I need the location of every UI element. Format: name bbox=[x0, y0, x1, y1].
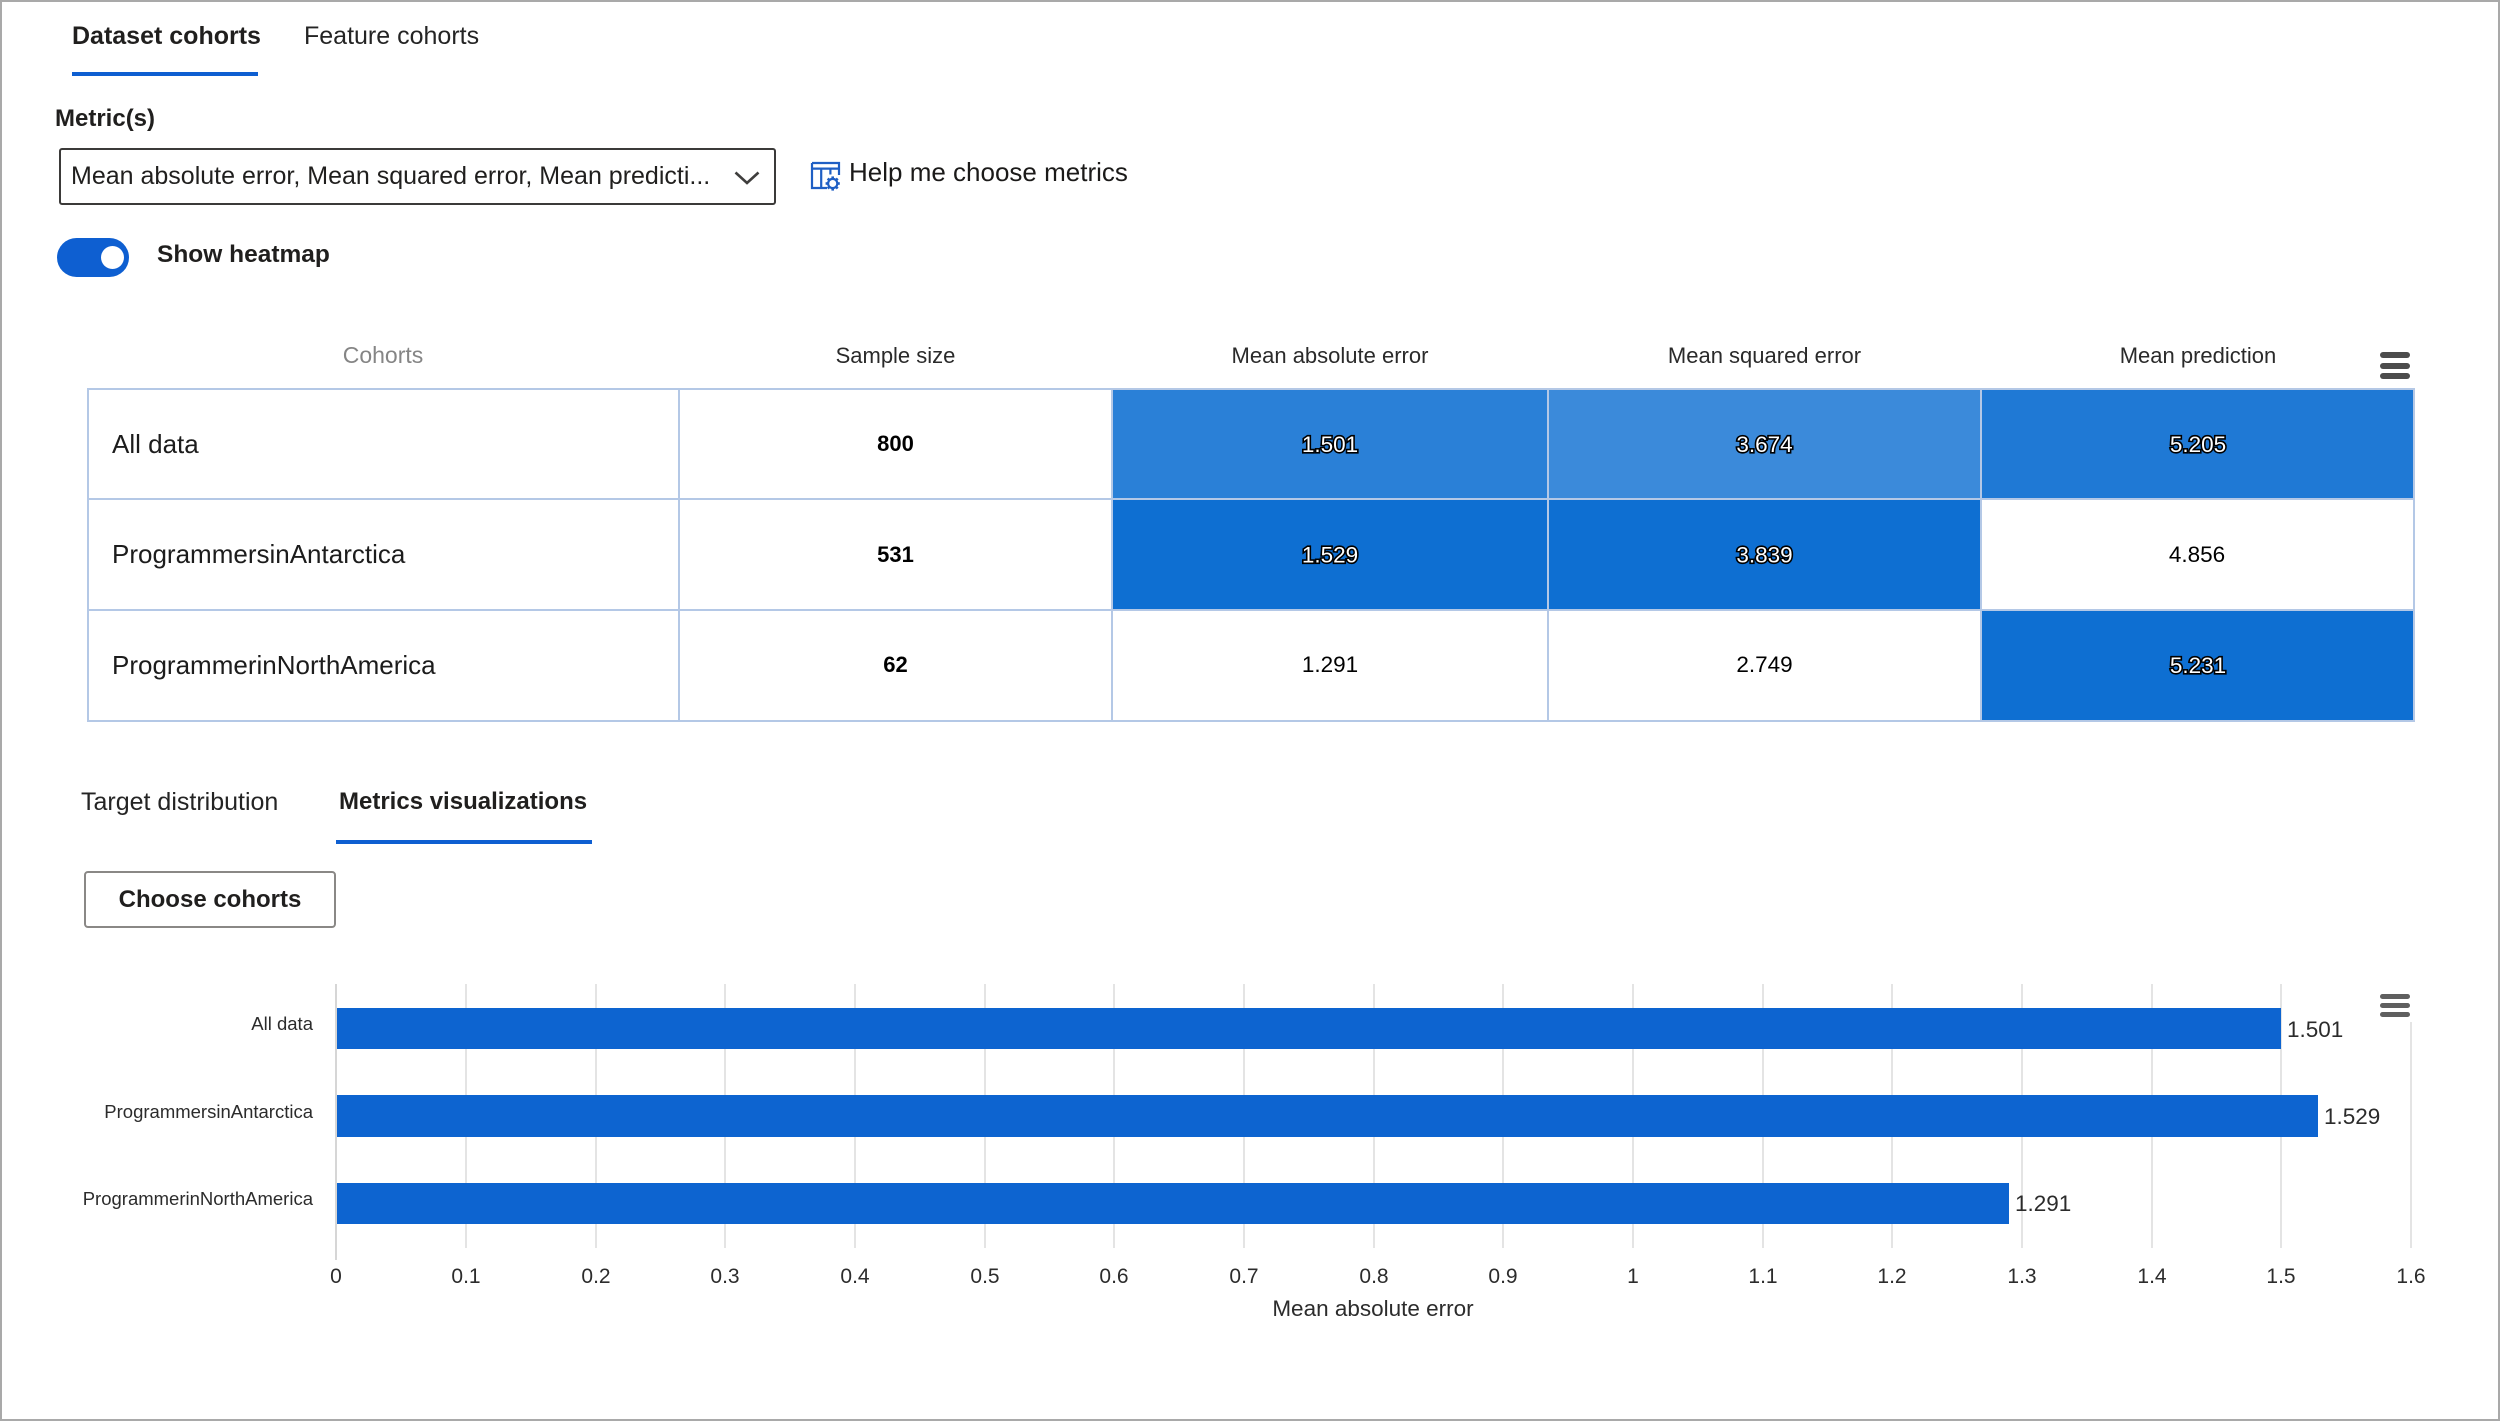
svg-text:5.231: 5.231 bbox=[2170, 653, 2226, 678]
svg-text:3.674: 3.674 bbox=[1736, 432, 1792, 457]
svg-text:1.529: 1.529 bbox=[1302, 543, 1358, 568]
svg-text:5.205: 5.205 bbox=[2170, 432, 2226, 457]
svg-text:3.839: 3.839 bbox=[1736, 543, 1792, 568]
svg-text:1.501: 1.501 bbox=[1302, 432, 1358, 457]
